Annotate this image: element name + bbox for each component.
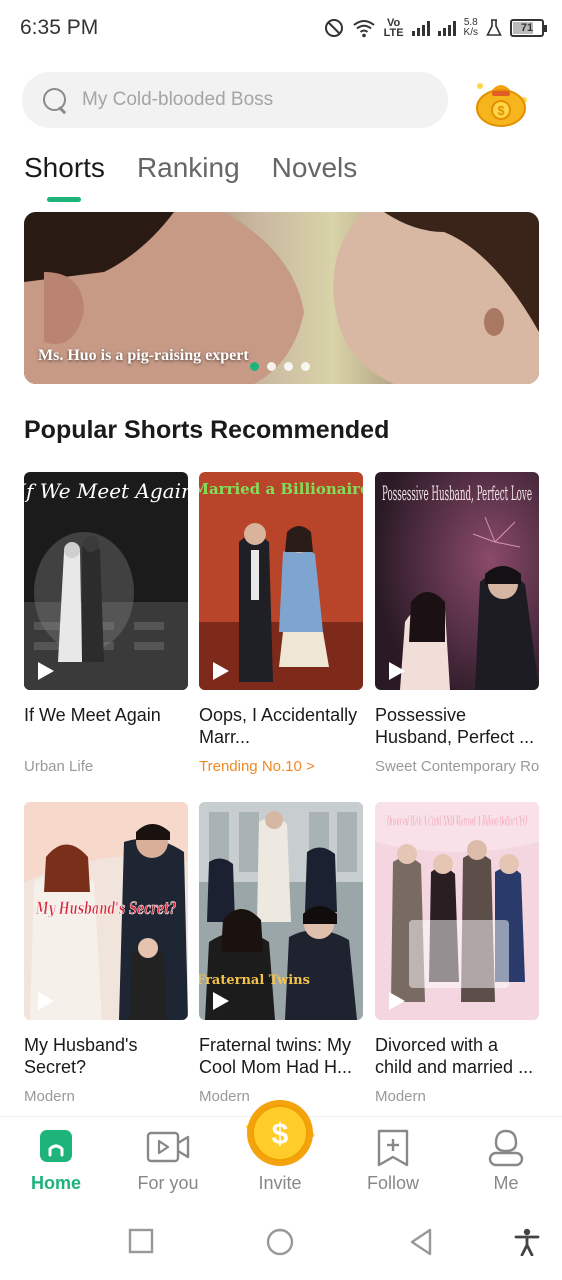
carousel-dots xyxy=(250,362,310,371)
drama-genre: Modern xyxy=(24,1088,75,1105)
coin-bag-icon[interactable]: $ xyxy=(470,72,532,130)
poster-title-text: Divorced With A Child AND Married A Bill… xyxy=(387,812,527,830)
carousel-dot[interactable] xyxy=(267,362,276,371)
tab-shorts[interactable]: Shorts xyxy=(24,152,105,202)
search-icon xyxy=(42,87,68,113)
battery-level: 71 xyxy=(520,22,534,34)
back-icon[interactable] xyxy=(408,1228,434,1256)
nav-me-label: Me xyxy=(493,1173,519,1193)
carousel-dot[interactable] xyxy=(250,362,259,371)
carousel-dot[interactable] xyxy=(301,362,310,371)
drama-card[interactable]: Fraternal Twins Fraternal twins: My Cool… xyxy=(199,802,363,1105)
poster-image: My Husband's Secret? xyxy=(24,802,188,1020)
banner-caption: Ms. Huo is a pig-raising expert xyxy=(38,347,249,364)
nav-for-you-label: For you xyxy=(137,1173,199,1193)
do-not-disturb-icon xyxy=(324,19,343,37)
signal-strength-icon xyxy=(411,20,430,36)
poster-image: Fraternal Twins xyxy=(199,802,363,1020)
carousel-dot[interactable] xyxy=(284,362,293,371)
drama-card[interactable]: Married a Billionaire Oops, I Accidental… xyxy=(199,472,363,775)
status-time: 6:35 PM xyxy=(20,16,99,39)
drama-title[interactable]: Oops, I Accidentally Marr... xyxy=(199,704,363,748)
drama-card[interactable]: My Husband's Secret? My Husband's Secret… xyxy=(24,802,188,1105)
poster-title-text: Married a Billionaire xyxy=(199,480,363,498)
video-icon xyxy=(146,1131,190,1163)
drama-genre: Modern xyxy=(375,1088,426,1105)
drama-poster[interactable]: Possessive Husband, Perfect Love xyxy=(375,472,539,690)
category-tabs: Shorts Ranking Novels xyxy=(24,152,358,202)
poster-title-text: If We Meet Again xyxy=(24,479,188,503)
drama-title[interactable]: Fraternal twins: My Cool Mom Had H... xyxy=(199,1034,363,1078)
drama-poster[interactable]: Fraternal Twins xyxy=(199,802,363,1020)
featured-banner[interactable]: Ms. Huo is a pig-raising expert xyxy=(24,212,539,384)
drama-title[interactable]: Possessive Husband, Perfect ... xyxy=(375,704,539,748)
home-button-icon[interactable] xyxy=(266,1228,294,1256)
search-bar[interactable] xyxy=(22,72,448,128)
poster-title-text: My Husband's Secret? xyxy=(35,899,176,919)
poster-title-text: Fraternal Twins xyxy=(199,973,310,988)
profile-icon xyxy=(488,1129,524,1167)
status-icons: Vo LTE 5.8 K/s 71 xyxy=(324,14,547,42)
flask-icon xyxy=(486,19,502,36)
svg-text:$: $ xyxy=(497,103,505,118)
drama-title[interactable]: Divorced with a child and married ... xyxy=(375,1034,539,1078)
drama-genre: Urban Life xyxy=(24,758,94,775)
tab-novels[interactable]: Novels xyxy=(272,152,358,196)
poster-image: Possessive Husband, Perfect Love xyxy=(375,472,539,690)
drama-title[interactable]: My Husband's Secret? xyxy=(24,1034,188,1078)
nav-home-label: Home xyxy=(30,1173,81,1193)
play-icon xyxy=(389,992,405,1010)
home-icon xyxy=(40,1130,72,1162)
bottom-navigation: Home For you $ Invite Follow Me xyxy=(0,1100,562,1202)
bookmark-add-icon xyxy=(377,1129,409,1167)
nav-invite-label: Invite xyxy=(258,1173,302,1193)
drama-card[interactable]: Divorced With A Child AND Married A Bill… xyxy=(375,802,539,1105)
search-input[interactable] xyxy=(82,89,422,111)
svg-text:$: $ xyxy=(272,1118,289,1151)
play-icon xyxy=(389,662,405,680)
trending-badge[interactable]: Trending No.10 > xyxy=(199,758,363,775)
network-speed: 5.8 K/s xyxy=(463,17,478,38)
tab-ranking[interactable]: Ranking xyxy=(137,152,240,196)
drama-card[interactable]: If We Meet Again If We Meet Again Urban … xyxy=(24,472,188,775)
recent-apps-icon[interactable] xyxy=(128,1228,154,1254)
status-bar: 6:35 PM Vo LTE 5.8 K/s 71 xyxy=(0,0,562,56)
battery-icon: 71 xyxy=(510,19,547,37)
play-icon xyxy=(38,992,54,1010)
section-title: Popular Shorts Recommended xyxy=(24,416,390,444)
poster-title-text: Possessive Husband, Perfect Love xyxy=(382,481,532,505)
play-icon xyxy=(213,992,229,1010)
drama-poster[interactable]: Divorced With A Child AND Married A Bill… xyxy=(375,802,539,1020)
nav-follow-label: Follow xyxy=(366,1173,419,1193)
drama-poster[interactable]: If We Meet Again xyxy=(24,472,188,690)
poster-image: Divorced With A Child AND Married A Bill… xyxy=(375,802,539,1020)
system-navigation-bar xyxy=(0,1202,562,1280)
drama-poster[interactable]: Married a Billionaire xyxy=(199,472,363,690)
wifi-icon xyxy=(352,20,375,38)
coin-icon: $ xyxy=(246,1100,315,1166)
accessibility-icon[interactable] xyxy=(514,1228,540,1256)
poster-image: If We Meet Again xyxy=(24,472,188,690)
drama-genre: Sweet Contemporary Ro xyxy=(375,758,539,775)
drama-title[interactable]: If We Meet Again xyxy=(24,704,188,748)
play-icon xyxy=(38,662,54,680)
poster-image: Married a Billionaire xyxy=(199,472,363,690)
drama-card[interactable]: Possessive Husband, Perfect Love Possess… xyxy=(375,472,539,775)
network-type-label: Vo LTE xyxy=(383,17,404,39)
drama-poster[interactable]: My Husband's Secret? xyxy=(24,802,188,1020)
signal-strength-icon-2 xyxy=(437,20,456,36)
play-icon xyxy=(213,662,229,680)
